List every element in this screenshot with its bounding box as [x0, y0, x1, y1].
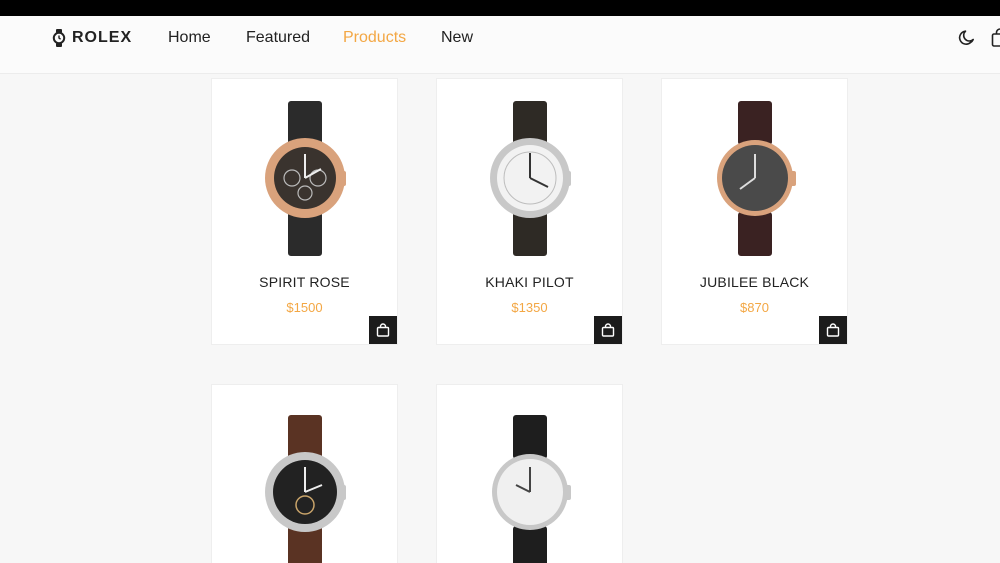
watch-image	[492, 415, 571, 563]
watch-image	[265, 415, 346, 563]
product-name: JUBILEE BLACK	[699, 274, 810, 290]
shopping-bag-icon	[376, 323, 390, 337]
product-name: KHAKI PILOT	[485, 274, 574, 290]
add-to-cart-button[interactable]	[819, 316, 847, 344]
moon-icon	[958, 30, 974, 45]
nav-products[interactable]: Products	[343, 29, 406, 47]
add-to-cart-button[interactable]	[594, 316, 622, 344]
watch-icon	[52, 29, 66, 47]
product-card[interactable]	[436, 384, 623, 563]
product-price: $1350	[511, 300, 548, 315]
product-card[interactable]	[211, 384, 398, 563]
nav-new[interactable]: New	[441, 29, 473, 47]
nav-home[interactable]: Home	[168, 29, 211, 47]
nav-featured[interactable]: Featured	[246, 29, 310, 47]
shopping-bag-icon	[601, 323, 615, 337]
watch-image	[490, 101, 571, 256]
watch-image	[717, 101, 796, 256]
product-price: $1500	[286, 300, 323, 315]
watch-image	[265, 101, 346, 256]
brand-name: ROLEX	[72, 29, 133, 46]
theme-toggle-button[interactable]	[957, 28, 977, 48]
brand-logo[interactable]: ROLEX	[52, 29, 132, 47]
product-card[interactable]: SPIRIT ROSE $1500	[211, 78, 398, 345]
site-header: ROLEX Home Featured Products New	[0, 16, 1000, 74]
product-card[interactable]: KHAKI PILOT $1350	[436, 78, 623, 345]
product-price: $870	[740, 300, 769, 315]
add-to-cart-button[interactable]	[369, 316, 397, 344]
shopping-bag-icon	[826, 323, 840, 337]
cart-button[interactable]	[991, 28, 1000, 48]
shopping-bag-icon	[991, 28, 1000, 47]
product-card[interactable]: JUBILEE BLACK $870	[661, 78, 848, 345]
top-black-bar	[0, 0, 1000, 16]
product-name: SPIRIT ROSE	[259, 274, 350, 290]
